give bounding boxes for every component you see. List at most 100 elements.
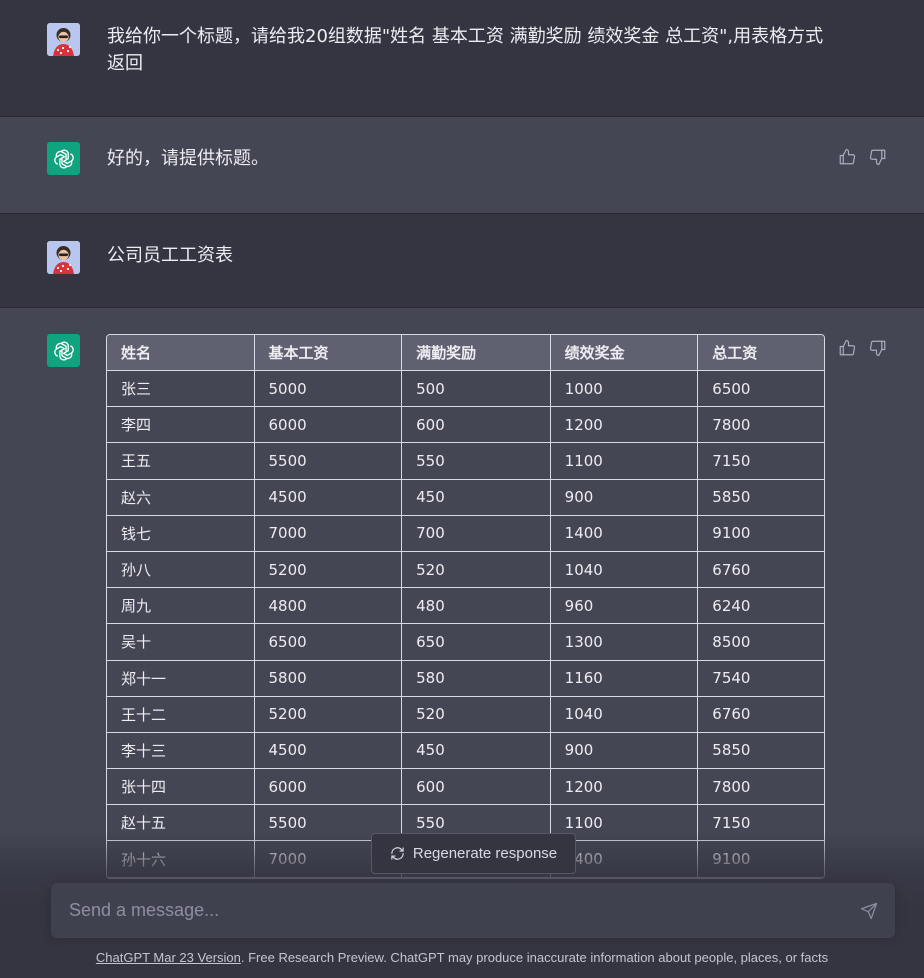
cell-total: 9100 — [698, 841, 824, 878]
table-row: 孙八 5200 520 1040 6760 — [107, 551, 824, 589]
thumbs-down-icon[interactable] — [869, 339, 887, 361]
cell-total: 6500 — [698, 371, 824, 408]
user-avatar — [47, 241, 80, 274]
regenerate-label: Regenerate response — [412, 845, 558, 862]
cell-total: 7150 — [698, 805, 824, 842]
table-row: 吴十 6500 650 1300 8500 — [107, 624, 824, 661]
cell-base: 4500 — [254, 479, 403, 516]
header-name: 姓名 — [107, 335, 255, 371]
cell-performance: 960 — [550, 588, 699, 625]
openai-logo-icon — [53, 341, 74, 360]
cell-performance: 1040 — [550, 696, 699, 733]
cell-performance: 900 — [550, 479, 699, 516]
cell-performance: 1200 — [550, 407, 699, 444]
header-performance-bonus: 绩效奖金 — [550, 335, 699, 371]
openai-logo-icon — [53, 149, 74, 168]
cell-attendance: 700 — [402, 515, 551, 552]
thumbs-up-icon[interactable] — [838, 148, 856, 170]
thumbs-up-icon[interactable] — [838, 339, 856, 361]
cell-attendance: 480 — [402, 588, 551, 625]
cell-name: 钱七 — [107, 515, 255, 552]
table-row: 郑十一 5800 580 1160 7540 — [107, 660, 824, 697]
cell-base: 6500 — [254, 624, 403, 661]
cell-base: 5000 — [254, 371, 403, 408]
cell-base: 5500 — [254, 443, 403, 480]
cell-total: 7540 — [698, 661, 824, 697]
feedback-buttons — [838, 148, 887, 170]
header-attendance-bonus: 满勤奖励 — [402, 335, 551, 371]
refresh-icon — [391, 847, 404, 860]
message-composer — [51, 883, 895, 938]
regenerate-response-button[interactable]: Regenerate response — [371, 833, 576, 874]
cell-name: 孙八 — [107, 551, 255, 589]
cell-total: 6760 — [698, 552, 824, 589]
cell-name: 周九 — [107, 588, 255, 625]
assistant-avatar — [47, 334, 80, 367]
cell-base: 6000 — [254, 407, 403, 444]
cell-total: 6760 — [698, 697, 824, 733]
message-input[interactable] — [69, 883, 839, 938]
table-row: 王十二 5200 520 1040 6760 — [107, 696, 824, 733]
version-link[interactable]: ChatGPT Mar 23 Version — [96, 950, 241, 965]
cell-name: 王五 — [107, 443, 255, 480]
cell-name: 郑十一 — [107, 660, 255, 697]
table-row: 李四 6000 600 1200 7800 — [107, 407, 824, 444]
cell-attendance: 520 — [402, 696, 551, 733]
cell-attendance: 450 — [402, 732, 551, 770]
cell-base: 4800 — [254, 588, 403, 625]
cell-name: 吴十 — [107, 624, 255, 661]
cell-performance: 1300 — [550, 624, 699, 661]
message-assistant-2: 姓名 基本工资 满勤奖励 绩效奖金 总工资 张三 5000 500 1000 6500 … — [0, 308, 924, 978]
message-text: 公司员工工资表 — [107, 245, 233, 266]
cell-attendance: 500 — [402, 371, 551, 408]
cell-name: 李四 — [107, 407, 255, 444]
cell-base: 4500 — [254, 732, 403, 770]
message-user-2: 公司员工工资表 — [0, 214, 924, 308]
cell-base: 7000 — [254, 515, 403, 552]
table-row: 张十四 6000 600 1200 7800 — [107, 769, 824, 806]
table-row: 钱七 7000 700 1400 9100 — [107, 515, 824, 552]
cell-name: 赵十五 — [107, 805, 255, 842]
table-row: 李十三 4500 450 900 5850 — [107, 732, 824, 770]
table-header-row: 姓名 基本工资 满勤奖励 绩效奖金 总工资 — [107, 335, 824, 371]
cell-base: 5800 — [254, 660, 403, 697]
disclaimer-text: . Free Research Preview. ChatGPT may pro… — [240, 950, 829, 965]
thumbs-down-icon[interactable] — [869, 148, 887, 170]
cell-performance: 900 — [550, 732, 699, 770]
table-row: 赵六 4500 450 900 5850 — [107, 479, 824, 516]
message-assistant-1: 好的，请提供标题。 — [0, 117, 924, 214]
cell-performance: 1000 — [550, 371, 699, 408]
send-icon — [860, 902, 878, 920]
cell-performance: 1100 — [550, 443, 699, 480]
cell-name: 张三 — [107, 371, 255, 408]
cell-attendance: 600 — [402, 407, 551, 444]
cell-name: 孙十六 — [107, 841, 255, 878]
cell-total: 6240 — [698, 588, 824, 625]
salary-table: 姓名 基本工资 满勤奖励 绩效奖金 总工资 张三 5000 500 1000 6500 … — [106, 334, 825, 879]
table-row: 王五 5500 550 1100 7150 — [107, 443, 824, 480]
cell-total: 7800 — [698, 407, 824, 444]
cell-total: 8500 — [698, 624, 824, 661]
cell-performance: 1400 — [550, 515, 699, 552]
message-text: 好的，请提供标题。 — [107, 148, 269, 169]
cell-attendance: 520 — [402, 551, 551, 589]
cell-name: 李十三 — [107, 732, 255, 770]
cell-performance: 1160 — [550, 660, 699, 697]
footer-disclaimer: ChatGPT Mar 23 Version. Free Research Pr… — [0, 950, 924, 965]
cell-base: 5200 — [254, 696, 403, 733]
user-avatar-icon — [47, 23, 80, 56]
cell-performance: 1040 — [550, 551, 699, 589]
cell-name: 王十二 — [107, 696, 255, 733]
cell-base: 6000 — [254, 769, 403, 806]
cell-attendance: 600 — [402, 769, 551, 806]
feedback-buttons — [838, 339, 887, 361]
table-row: 张三 5000 500 1000 6500 — [107, 371, 824, 408]
cell-name: 赵六 — [107, 479, 255, 516]
cell-attendance: 450 — [402, 479, 551, 516]
cell-base: 5200 — [254, 551, 403, 589]
send-button[interactable] — [860, 902, 878, 920]
message-text: 我给你一个标题，请给我20组数据"姓名 基本工资 满勤奖励 绩效奖金 总工资",… — [107, 26, 824, 74]
table-row: 周九 4800 480 960 6240 — [107, 588, 824, 625]
message-user-1: 我给你一个标题，请给我20组数据"姓名 基本工资 满勤奖励 绩效奖金 总工资",… — [0, 0, 924, 117]
user-avatar — [47, 23, 80, 56]
